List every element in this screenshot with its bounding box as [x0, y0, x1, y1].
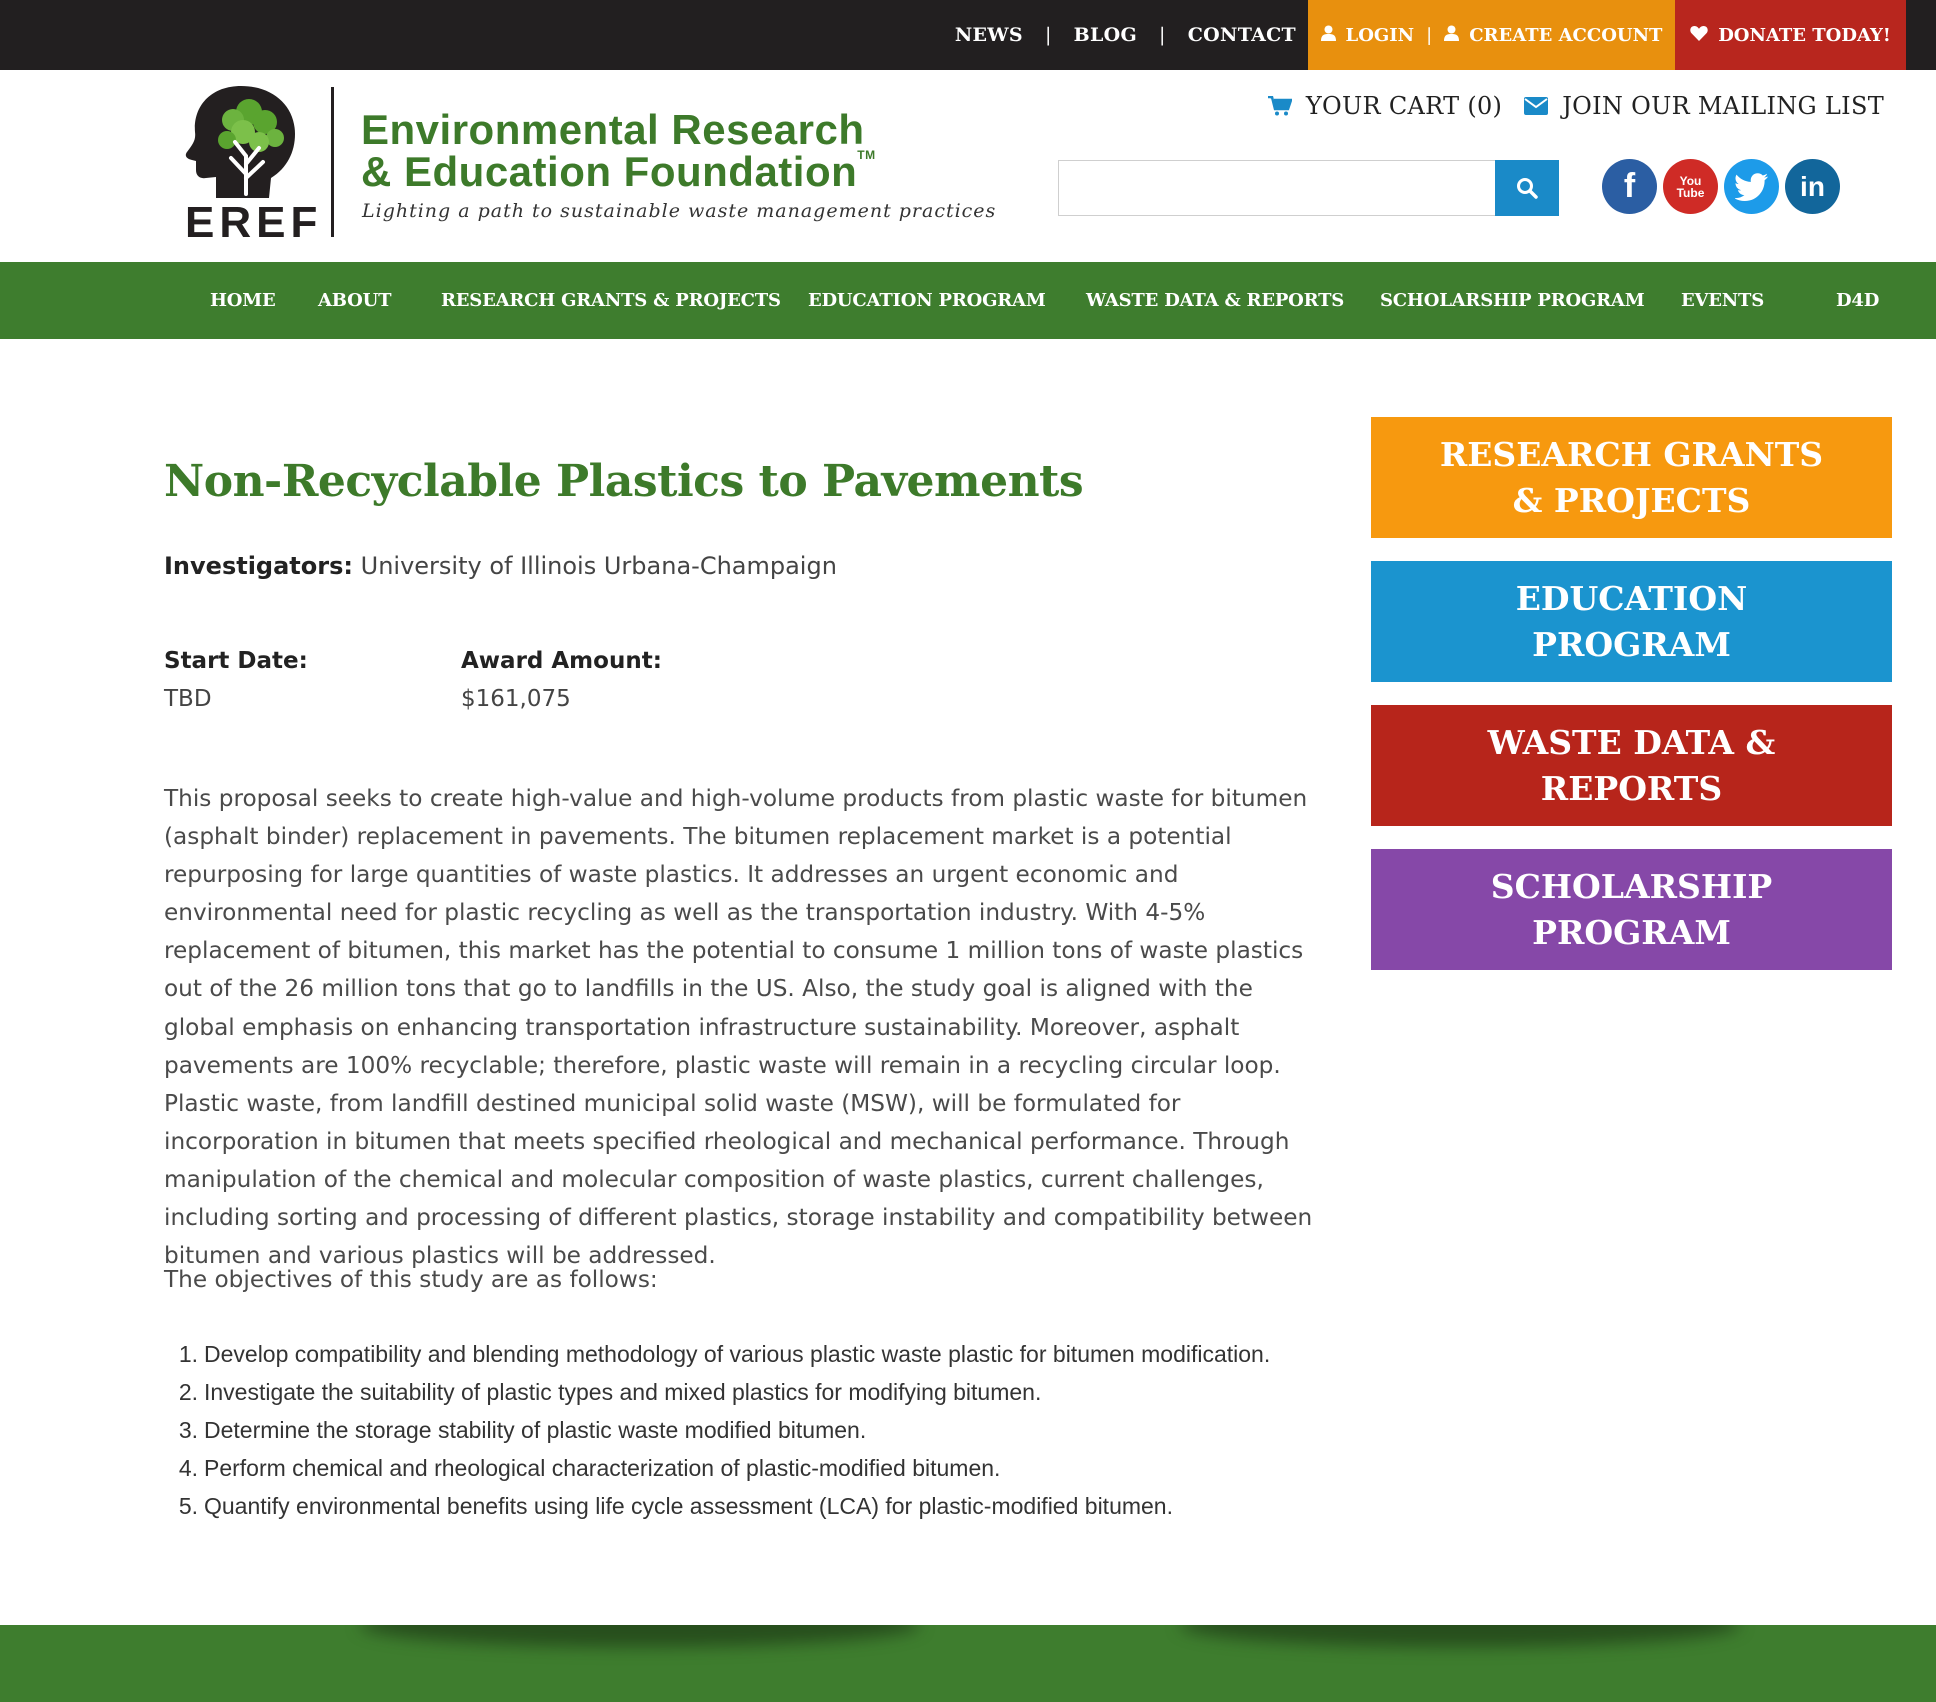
footer-bar [0, 1625, 1936, 1702]
search-button[interactable] [1495, 160, 1559, 216]
twitter-icon[interactable] [1724, 159, 1779, 214]
nav-scholarship-program[interactable]: SCHOLARSHIP PROGRAM [1380, 262, 1645, 339]
page-title: Non-Recyclable Plastics to Pavements [164, 456, 1084, 507]
logo-name-line2: & Education FoundationTM [361, 148, 876, 195]
trademark: TM [857, 148, 876, 162]
list-item: 2. Investigate the suitability of plastic… [178, 1379, 1042, 1405]
linkedin-icon[interactable]: in [1785, 159, 1840, 214]
start-date-label: Start Date: [164, 648, 308, 674]
search-input[interactable] [1058, 160, 1495, 216]
nav-d4d[interactable]: D4D [1836, 262, 1879, 339]
nav-events[interactable]: EVENTS [1681, 262, 1764, 339]
heart-icon [1690, 25, 1708, 45]
objectives-intro: The objectives of this study are as foll… [164, 1266, 658, 1293]
separator: | [1426, 24, 1433, 46]
donate-button[interactable]: DONATE TODAY! [1675, 0, 1906, 70]
footer-shadow [360, 1625, 920, 1647]
search-icon [1517, 178, 1538, 199]
logo-name-line1: Environmental Research [361, 106, 865, 153]
list-item: 4. Perform chemical and rheological chara… [178, 1455, 1001, 1481]
sidebar-education-program-button[interactable]: EDUCATION PROGRAM [1371, 561, 1892, 682]
top-bar: NEWS | BLOG | CONTACT LOGIN | CREATE ACC… [0, 0, 1936, 70]
list-item: 3. Determine the storage stability of pla… [178, 1417, 867, 1443]
blog-link[interactable]: BLOG [1074, 24, 1137, 46]
nav-education-program[interactable]: EDUCATION PROGRAM [808, 262, 1046, 339]
list-item: 1. Develop compatibility and blending met… [178, 1341, 1271, 1367]
award-amount-value: $161,075 [461, 686, 571, 712]
site-logo[interactable]: EREF Environmental Research & Education … [183, 82, 995, 247]
cart-label: YOUR CART (0) [1305, 92, 1503, 120]
social-links: f You Tube in [1602, 159, 1840, 214]
account-area: LOGIN | CREATE ACCOUNT [1308, 0, 1675, 70]
nav-research-grants[interactable]: RESEARCH GRANTS & PROJECTS [441, 262, 781, 339]
investigators-value: University of Illinois Urbana-Champaign [360, 552, 837, 580]
award-amount: Award Amount: $161,075 [461, 642, 662, 718]
top-links: NEWS | BLOG | CONTACT [955, 0, 1296, 70]
envelope-icon [1524, 97, 1549, 115]
head-tree-logo-icon [185, 86, 295, 198]
sidebar-waste-data-button[interactable]: WASTE DATA & REPORTS [1371, 705, 1892, 826]
nav-waste-data[interactable]: WASTE DATA & REPORTS [1086, 262, 1344, 339]
separator: | [1044, 24, 1052, 46]
youtube-icon[interactable]: You Tube [1663, 159, 1718, 214]
nav-home[interactable]: HOME [210, 262, 276, 339]
logo-divider [331, 87, 334, 237]
create-account-link[interactable]: CREATE ACCOUNT [1469, 25, 1662, 46]
logo-acronym: EREF [185, 198, 323, 247]
cart-link[interactable]: YOUR CART (0) [1267, 92, 1503, 120]
user-icon [1444, 25, 1460, 45]
donate-label: DONATE TODAY! [1718, 24, 1891, 46]
cart-icon [1267, 96, 1292, 116]
news-link[interactable]: NEWS [955, 24, 1023, 46]
main-nav: HOME ABOUT RESEARCH GRANTS & PROJECTS ED… [0, 262, 1936, 339]
mailing-list-label: JOIN OUR MAILING LIST [1562, 92, 1884, 120]
award-amount-label: Award Amount: [461, 648, 662, 674]
list-item: 5. Quantify environmental benefits using … [178, 1493, 1173, 1519]
footer-shadow [1180, 1625, 1740, 1647]
utility-links: YOUR CART (0) JOIN OUR MAILING LIST [1267, 92, 1884, 120]
project-description: This proposal seeks to create high-value… [164, 785, 1313, 1270]
sidebar-research-grants-button[interactable]: RESEARCH GRANTS & PROJECTS [1371, 417, 1892, 538]
investigators-label: Investigators: [164, 552, 353, 580]
separator: | [1159, 24, 1166, 46]
start-date: Start Date: TBD [164, 642, 308, 718]
contact-link[interactable]: CONTACT [1188, 24, 1296, 46]
facebook-icon[interactable]: f [1602, 159, 1657, 214]
investigators: Investigators: University of Illinois Ur… [164, 552, 837, 580]
objectives-list: 1. Develop compatibility and blending met… [164, 1335, 1270, 1525]
logo-tagline: Lighting a path to sustainable waste man… [362, 200, 997, 222]
start-date-value: TBD [164, 686, 212, 712]
user-icon [1320, 25, 1336, 45]
mailing-list-link[interactable]: JOIN OUR MAILING LIST [1524, 92, 1884, 120]
sidebar-scholarship-program-button[interactable]: SCHOLARSHIP PROGRAM [1371, 849, 1892, 970]
nav-about[interactable]: ABOUT [318, 262, 391, 339]
search-form [1058, 160, 1559, 216]
login-link[interactable]: LOGIN [1346, 25, 1415, 46]
